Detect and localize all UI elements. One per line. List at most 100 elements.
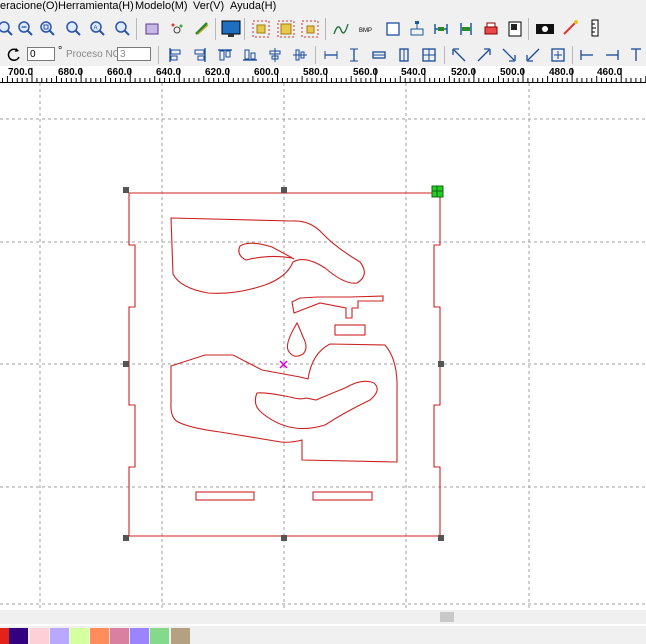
zoom-window-icon[interactable] xyxy=(38,20,56,38)
ruler-icon[interactable] xyxy=(586,19,604,37)
horizontal-scrollbar[interactable] xyxy=(0,610,646,624)
distance-icon[interactable] xyxy=(432,20,450,38)
drawing-canvas[interactable] xyxy=(0,83,646,610)
ruler-label: 560.0 xyxy=(353,67,379,78)
color-swatch-green[interactable] xyxy=(150,628,170,644)
handle-middle-right[interactable] xyxy=(438,361,444,367)
svg-text:A: A xyxy=(94,26,98,32)
handle-top-left[interactable] xyxy=(123,187,129,193)
ruler-label: 600.0 xyxy=(254,67,280,78)
ruler-label: 620.0 xyxy=(205,67,231,78)
same-size-icon[interactable] xyxy=(370,46,388,64)
center-v-icon[interactable] xyxy=(291,46,309,64)
slot-left[interactable] xyxy=(195,491,255,501)
color-swatch-violet[interactable] xyxy=(130,628,150,644)
color-swatch-lime[interactable] xyxy=(70,628,90,644)
polyline-icon[interactable] xyxy=(332,20,350,38)
node-edit-icon[interactable] xyxy=(408,20,426,38)
menu-modelo[interactable]: Modelo(M) xyxy=(135,0,188,13)
color-swatch-rose[interactable] xyxy=(110,628,130,644)
ruler-label: 680.0 xyxy=(58,67,84,78)
equal-gap-icon[interactable] xyxy=(395,46,413,64)
color-swatch-tan[interactable] xyxy=(171,628,191,644)
ruler-label: 660.0 xyxy=(107,67,133,78)
dim-right-icon[interactable] xyxy=(603,46,621,64)
arrow-nw-icon[interactable] xyxy=(450,46,468,64)
arrow-sw-icon[interactable] xyxy=(524,46,542,64)
ruler-label: 520.0 xyxy=(451,67,477,78)
align-left-icon[interactable] xyxy=(166,46,184,64)
group-icon[interactable] xyxy=(300,19,320,39)
canvas-grid xyxy=(0,83,646,610)
menu-operaciones[interactable]: eracione(O) xyxy=(0,0,58,13)
proceso-label: Proceso NO: xyxy=(66,49,124,60)
grid-icon[interactable] xyxy=(420,46,438,64)
monitor-icon[interactable] xyxy=(221,19,241,39)
horizontal-ruler: 700.0 680.0 660.0 640.0 620.0 600.0 580.… xyxy=(0,66,646,83)
ruler-label: 540.0 xyxy=(401,67,427,78)
handle-middle-left[interactable] xyxy=(123,361,129,367)
color-palette xyxy=(0,626,646,644)
ruler-label: 460.0 xyxy=(597,67,623,78)
center-h-icon[interactable] xyxy=(266,46,284,64)
array-icon[interactable] xyxy=(251,19,271,39)
zoom-out-icon[interactable] xyxy=(16,20,34,38)
laser-pointer-icon[interactable] xyxy=(561,19,579,37)
move-icon[interactable] xyxy=(549,46,567,64)
menu-bar: eracione(O) Herramienta(H) Modelo(M) Ver… xyxy=(0,0,646,14)
arrow-se-icon[interactable] xyxy=(500,46,518,64)
color-swatch-orange[interactable] xyxy=(90,628,110,644)
same-width-icon[interactable] xyxy=(322,46,340,64)
curve-edit-icon[interactable] xyxy=(193,20,211,38)
degree-symbol: ° xyxy=(58,45,63,57)
handle-bottom-right[interactable] xyxy=(438,535,444,541)
scrollbar-thumb[interactable] xyxy=(440,612,454,622)
handle-bottom-middle[interactable] xyxy=(281,535,287,541)
measure-icon[interactable] xyxy=(457,20,475,38)
same-height-icon[interactable] xyxy=(345,46,363,64)
handle-bottom-left[interactable] xyxy=(123,535,129,541)
soap-pump-shape[interactable] xyxy=(291,295,384,319)
rotate-angle-input[interactable] xyxy=(27,47,55,61)
bmp-icon[interactable]: BMP xyxy=(358,20,376,38)
ruler-label: 500.0 xyxy=(500,67,526,78)
ruler-label: 580.0 xyxy=(303,67,329,78)
soap-slot[interactable] xyxy=(334,324,366,336)
dim-left-icon[interactable] xyxy=(578,46,596,64)
proceso-input[interactable] xyxy=(117,47,151,61)
zoom-all-icon[interactable]: A xyxy=(88,20,106,38)
print-icon[interactable] xyxy=(482,20,500,38)
align-top-icon[interactable] xyxy=(216,46,234,64)
camera-icon[interactable] xyxy=(535,20,555,38)
doc-icon[interactable] xyxy=(506,20,524,38)
align-bottom-icon[interactable] xyxy=(241,46,259,64)
color-swatch-lavender[interactable] xyxy=(50,628,70,644)
arrow-ne-icon[interactable] xyxy=(475,46,493,64)
align-icon[interactable] xyxy=(276,19,296,39)
zoom-page-icon[interactable] xyxy=(64,20,82,38)
color-swatch-purple[interactable] xyxy=(9,628,29,644)
zoom-in-icon[interactable] xyxy=(0,20,14,38)
model-icon[interactable] xyxy=(143,20,161,38)
align-right-icon[interactable] xyxy=(191,46,209,64)
upper-hand-shape[interactable] xyxy=(170,217,365,294)
rotate-icon xyxy=(5,46,23,64)
rectangle-icon[interactable] xyxy=(384,20,402,38)
ruler-label: 640.0 xyxy=(156,67,182,78)
ruler-label: 700.0 xyxy=(8,67,34,78)
handle-top-middle[interactable] xyxy=(281,187,287,193)
water-drop-shape[interactable] xyxy=(286,321,307,357)
color-swatch-pink[interactable] xyxy=(30,628,50,644)
node-icon[interactable] xyxy=(168,20,186,38)
bmp-label: BMP xyxy=(359,28,372,34)
slot-right[interactable] xyxy=(312,491,373,501)
ruler-label: 480.0 xyxy=(549,67,575,78)
menu-ver[interactable]: Ver(V) xyxy=(193,0,224,13)
secondary-toolbar: ° Proceso NO: xyxy=(0,44,646,66)
zoom-fit-icon[interactable] xyxy=(113,20,131,38)
dim-top-icon[interactable] xyxy=(627,46,645,64)
main-toolbar: A BMP xyxy=(0,14,646,45)
menu-herramienta[interactable]: Herramienta(H) xyxy=(58,0,134,13)
menu-ayuda[interactable]: Ayuda(H) xyxy=(230,0,276,13)
active-handle-icon[interactable] xyxy=(431,185,444,198)
